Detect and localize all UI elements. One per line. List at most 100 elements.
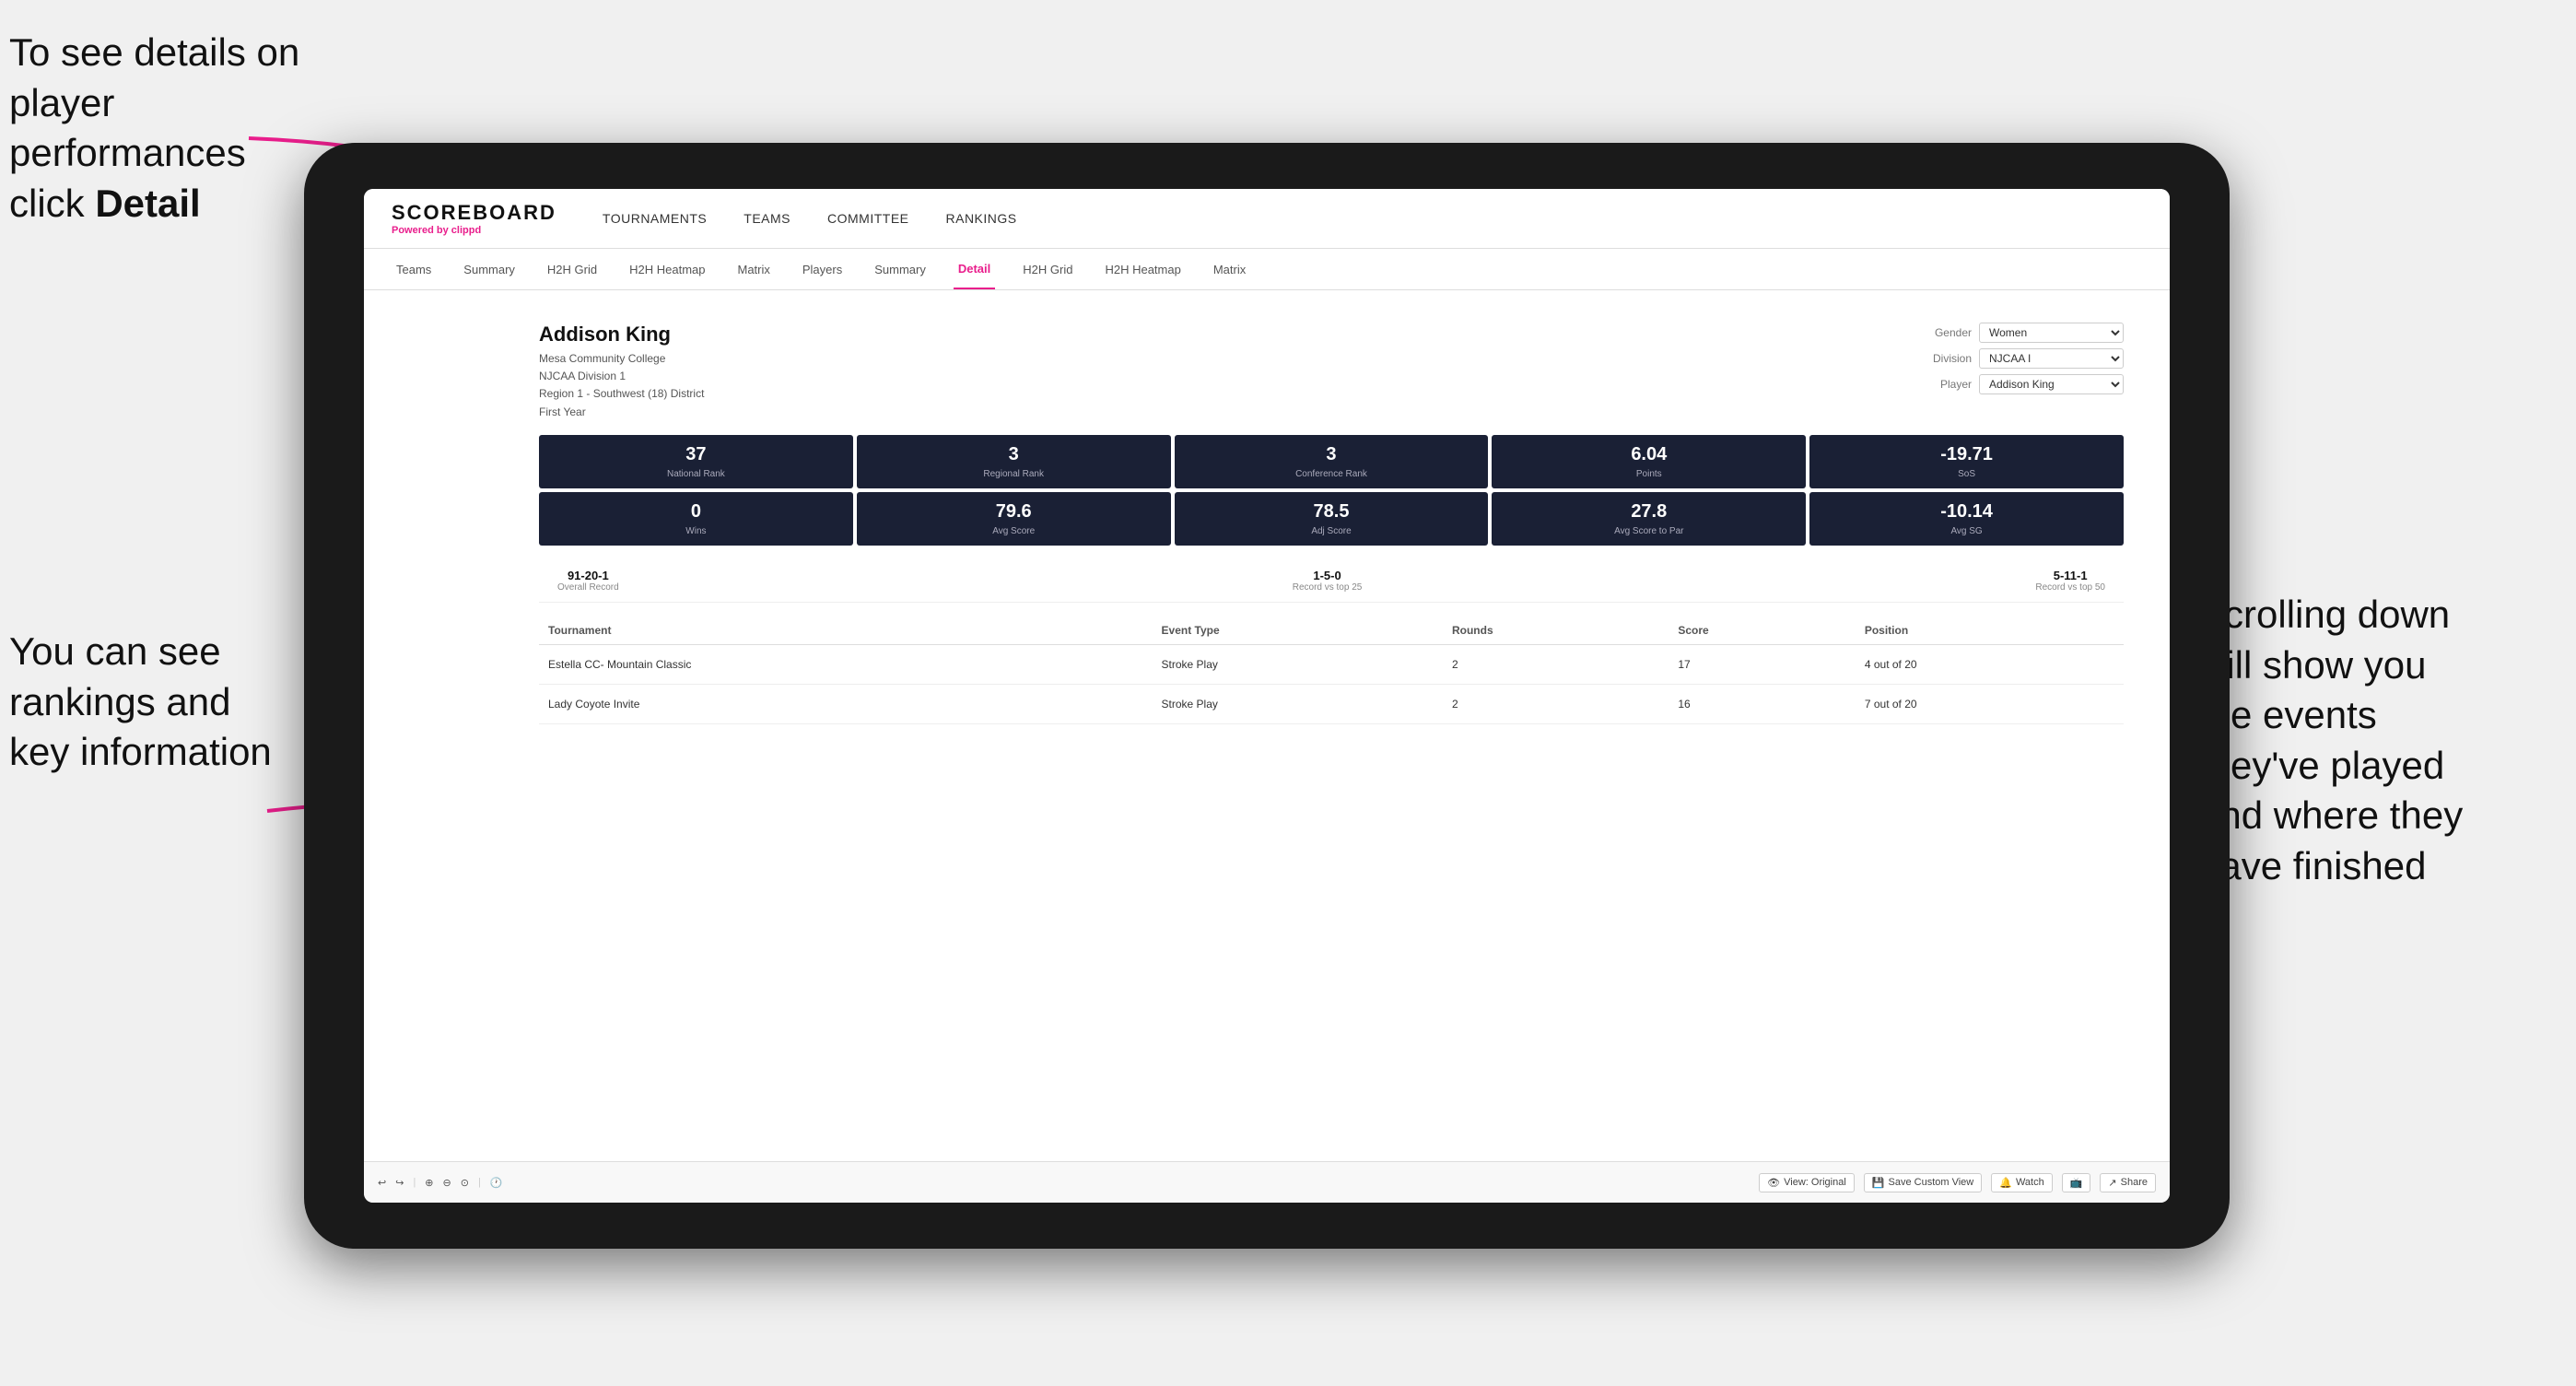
stat-national-rank: 37 National Rank: [539, 435, 853, 488]
watch-icon: 🔔: [1999, 1177, 2012, 1189]
subnav-summary1[interactable]: Summary: [459, 249, 520, 289]
subnav-players[interactable]: Players: [798, 249, 847, 289]
toolbar-icon2[interactable]: ⊖: [443, 1177, 451, 1189]
stat-value-adjscore: 78.5: [1186, 501, 1478, 523]
stat-value-conference: 3: [1186, 444, 1478, 465]
toolbar-watch-btn[interactable]: 🔔 Watch: [1991, 1173, 2052, 1192]
stat-label-national: National Rank: [550, 469, 842, 479]
player-label: Player: [1921, 378, 1972, 391]
record-top25-value: 1-5-0: [1313, 569, 1341, 582]
subnav-matrix1[interactable]: Matrix: [732, 249, 774, 289]
subnav-h2hheatmap1[interactable]: H2H Heatmap: [625, 249, 709, 289]
stat-sos: -19.71 SoS: [1809, 435, 2124, 488]
stat-value-avgscore-par: 27.8: [1503, 501, 1795, 523]
ann-r-1: Scrolling down: [2198, 593, 2450, 636]
row2-event-type: Stroke Play: [1153, 684, 1443, 723]
logo-scoreboard: SCOREBOARD: [392, 201, 556, 225]
toolbar-icon1[interactable]: ⊕: [425, 1177, 433, 1189]
stat-label-points: Points: [1503, 469, 1795, 479]
toolbar-screen-btn[interactable]: 📺: [2062, 1173, 2091, 1192]
tablet-screen: SCOREBOARD Powered by clippd TOURNAMENTS…: [364, 189, 2170, 1203]
row1-rounds: 2: [1443, 644, 1669, 684]
toolbar-view-btn[interactable]: 👁 View: Original: [1759, 1173, 1855, 1192]
record-top50-label: Record vs top 50: [2035, 582, 2105, 593]
col-tournament: Tournament: [539, 617, 1153, 645]
record-top25: 1-5-0 Record vs top 25: [1293, 569, 1363, 593]
logo-powered: Powered by clippd: [392, 225, 556, 236]
ann-r-5: and where they: [2198, 793, 2463, 837]
stat-value-national: 37: [550, 444, 842, 465]
stat-avg-score: 79.6 Avg Score: [857, 492, 1171, 546]
toolbar-redo-icon[interactable]: ↪: [395, 1177, 404, 1189]
toolbar-icon3[interactable]: ⊙: [461, 1177, 469, 1189]
share-label: Share: [2121, 1177, 2148, 1188]
player-region: Region 1 - Southwest (18) District: [539, 385, 704, 403]
nav-teams[interactable]: TEAMS: [744, 211, 790, 226]
stat-value-avgsg: -10.14: [1821, 501, 2113, 523]
player-school: Mesa Community College: [539, 350, 704, 368]
division-select[interactable]: NJCAA I NJCAA II: [1979, 348, 2124, 369]
stat-label-regional: Regional Rank: [868, 469, 1160, 479]
subnav-detail[interactable]: Detail: [954, 249, 995, 289]
row1-position: 4 out of 20: [1856, 644, 2124, 684]
player-select[interactable]: Addison King: [1979, 374, 2124, 394]
toolbar-sep2: |: [478, 1177, 481, 1188]
toolbar-clock-icon: 🕐: [490, 1177, 503, 1189]
toolbar-share-btn[interactable]: ↗ Share: [2100, 1173, 2156, 1192]
stat-label-avgscore-par: Avg Score to Par: [1503, 526, 1795, 536]
stat-label-adjscore: Adj Score: [1186, 526, 1478, 536]
nav-rankings[interactable]: RANKINGS: [946, 211, 1017, 226]
stat-adj-score: 78.5 Adj Score: [1175, 492, 1489, 546]
table-header-row: Tournament Event Type Rounds Score Posit…: [539, 617, 2124, 645]
save-icon: 💾: [1872, 1177, 1885, 1189]
subnav-summary2[interactable]: Summary: [870, 249, 931, 289]
row2-tournament: Lady Coyote Invite: [539, 684, 1153, 723]
row2-score: 16: [1669, 684, 1855, 723]
player-name: Addison King: [539, 323, 704, 346]
view-label: View: Original: [1784, 1177, 1846, 1188]
player-info: Addison King Mesa Community College NJCA…: [539, 323, 704, 421]
subnav-matrix2[interactable]: Matrix: [1209, 249, 1250, 289]
annotation-line3: click: [9, 182, 95, 225]
record-top25-label: Record vs top 25: [1293, 582, 1363, 593]
stat-label-avgsg: Avg SG: [1821, 526, 2113, 536]
subnav-h2hheatmap2[interactable]: H2H Heatmap: [1100, 249, 1185, 289]
watch-label: Watch: [2016, 1177, 2044, 1188]
record-overall-label: Overall Record: [557, 582, 619, 593]
gender-row: Gender Women Men: [1921, 323, 2124, 343]
subnav-h2hgrid2[interactable]: H2H Grid: [1018, 249, 1077, 289]
share-icon: ↗: [2108, 1177, 2116, 1189]
nav-committee[interactable]: COMMITTEE: [827, 211, 909, 226]
stat-label-wins: Wins: [550, 526, 842, 536]
stat-avg-score-par: 27.8 Avg Score to Par: [1492, 492, 1806, 546]
player-year: First Year: [539, 404, 704, 421]
annotation-line1: To see details on: [9, 30, 299, 74]
subnav-h2hgrid1[interactable]: H2H Grid: [543, 249, 602, 289]
tablet-frame: SCOREBOARD Powered by clippd TOURNAMENTS…: [304, 143, 2230, 1249]
toolbar-undo-icon[interactable]: ↩: [378, 1177, 386, 1189]
stat-wins: 0 Wins: [539, 492, 853, 546]
sub-nav: Teams Summary H2H Grid H2H Heatmap Matri…: [364, 249, 2170, 290]
toolbar-save-btn[interactable]: 💾 Save Custom View: [1864, 1173, 1982, 1192]
main-content: Addison King Mesa Community College NJCA…: [364, 290, 2170, 1161]
annotation-right: Scrolling down will show you the events …: [2198, 590, 2567, 892]
subnav-teams[interactable]: Teams: [392, 249, 436, 289]
record-overall-value: 91-20-1: [568, 569, 609, 582]
stats-row1: 37 National Rank 3 Regional Rank 3 Confe…: [539, 435, 2124, 488]
ann-r-2: will show you: [2198, 643, 2426, 687]
nav-tournaments[interactable]: TOURNAMENTS: [603, 211, 707, 226]
record-top50: 5-11-1 Record vs top 50: [2035, 569, 2105, 593]
stats-row2: 0 Wins 79.6 Avg Score 78.5 Adj Score 2: [539, 492, 2124, 546]
ann-bl-3: key information: [9, 730, 272, 773]
player-controls: Gender Women Men Division NJCAA I: [1921, 323, 2124, 394]
gender-label: Gender: [1921, 326, 1972, 339]
gender-select[interactable]: Women Men: [1979, 323, 2124, 343]
player-row: Player Addison King: [1921, 374, 2124, 394]
ann-r-6: have finished: [2198, 844, 2427, 887]
ann-bl-2: rankings and: [9, 680, 231, 723]
ann-r-4: they've played: [2198, 744, 2444, 787]
stat-label-conference: Conference Rank: [1186, 469, 1478, 479]
records-row: 91-20-1 Overall Record 1-5-0 Record vs t…: [539, 559, 2124, 603]
stat-value-sos: -19.71: [1821, 444, 2113, 465]
stat-value-points: 6.04: [1503, 444, 1795, 465]
